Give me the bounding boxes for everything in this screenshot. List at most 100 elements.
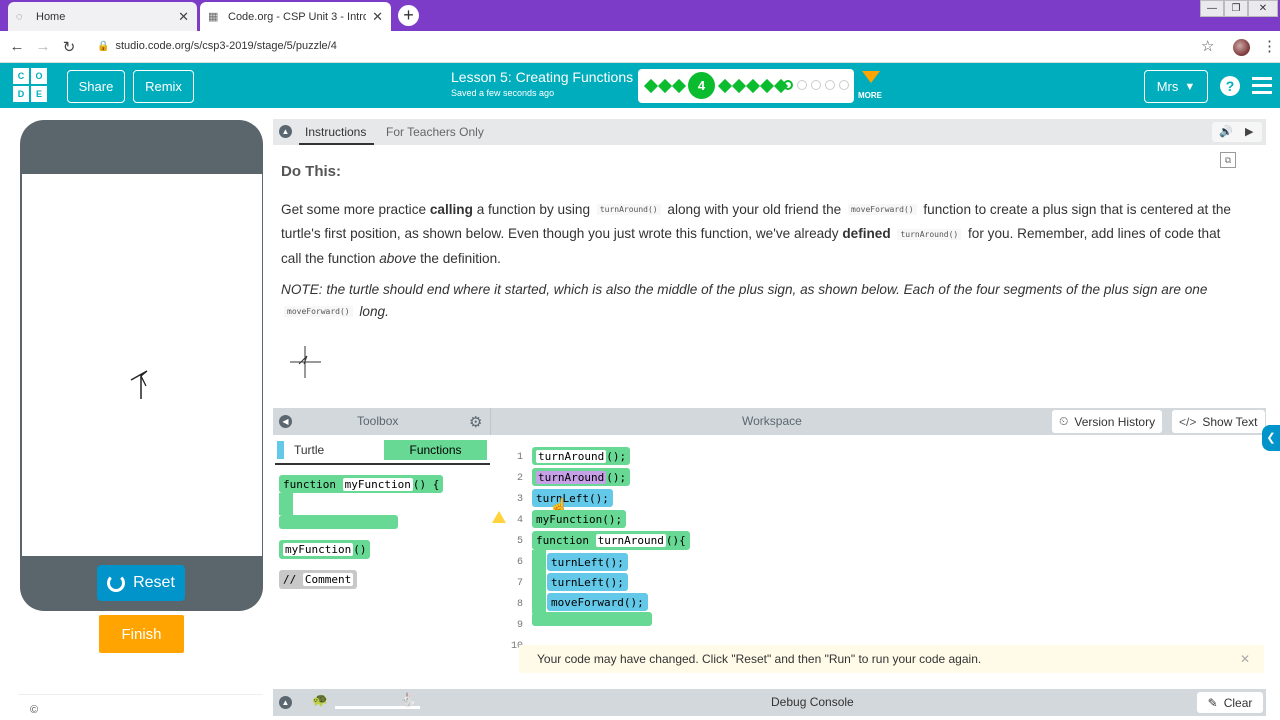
loading-icon: ◌: [16, 10, 23, 23]
level-dot-complete[interactable]: [745, 78, 761, 94]
gear-icon[interactable]: ⚙: [469, 413, 482, 431]
level-dot-complete[interactable]: [643, 78, 659, 94]
function-definition-block[interactable]: function myFunction() {: [279, 475, 444, 493]
level-dot-attempted[interactable]: [783, 80, 793, 90]
category-turtle[interactable]: Turtle: [277, 440, 382, 460]
collapse-debug-icon[interactable]: ▲: [279, 696, 292, 709]
user-menu-button[interactable]: Mrs ▼: [1144, 70, 1208, 103]
tab-for-teachers[interactable]: For Teachers Only: [386, 125, 484, 139]
browser-tab-home[interactable]: ◌ Home ✕: [8, 2, 197, 31]
level-dot-empty[interactable]: [797, 80, 807, 90]
show-text-label: Show Text: [1202, 414, 1258, 429]
comment-block[interactable]: // Comment: [279, 570, 358, 589]
active-tab-underline: [299, 143, 374, 145]
play-icon[interactable]: ▶: [1245, 125, 1253, 138]
block-keyword: function: [283, 477, 336, 491]
remix-button[interactable]: Remix: [133, 70, 194, 103]
code-line-3[interactable]: turnLeft ();: [532, 489, 613, 507]
function-block-footer: [532, 612, 652, 626]
tab-instructions[interactable]: Instructions: [305, 125, 366, 139]
hamburger-menu-icon[interactable]: [1252, 77, 1272, 94]
category-functions[interactable]: Functions: [384, 440, 487, 460]
code-line-5-function[interactable]: function turnAround(){: [532, 531, 690, 550]
codeorg-logo[interactable]: C O D E: [13, 68, 47, 102]
forward-icon[interactable]: →: [34, 38, 52, 55]
maximize-icon[interactable]: ❐: [1224, 0, 1248, 17]
code-line-8[interactable]: moveForward ();: [547, 593, 648, 611]
code-line-2[interactable]: turnAround ();: [532, 468, 631, 486]
text-bold: calling: [429, 202, 473, 217]
url-field[interactable]: 🔒 studio.code.org/s/csp3-2019/stage/5/puz…: [97, 40, 337, 52]
help-icon[interactable]: ?: [1220, 76, 1240, 96]
level-dot-empty[interactable]: [825, 80, 835, 90]
reset-button[interactable]: Reset: [97, 565, 185, 601]
current-level-bubble[interactable]: 4: [688, 72, 715, 99]
level-dot-complete[interactable]: [717, 78, 733, 94]
turtle-icon: [130, 370, 148, 399]
clear-button[interactable]: ✎ Clear: [1197, 692, 1263, 713]
collapse-toolbox-icon[interactable]: ◀: [279, 415, 292, 428]
close-message-icon[interactable]: ✕: [1240, 645, 1250, 673]
bookmark-star-icon[interactable]: ☆: [1201, 37, 1214, 55]
profile-avatar[interactable]: [1233, 39, 1250, 56]
window-close-icon[interactable]: ✕: [1248, 0, 1278, 17]
category-label: Turtle: [294, 443, 325, 457]
turtle-canvas: [22, 174, 262, 556]
function-body-spine: [532, 550, 546, 613]
level-dot-empty[interactable]: [811, 80, 821, 90]
new-tab-button[interactable]: +: [398, 5, 419, 26]
browser-tab-codeorg[interactable]: ▦ Code.org - CSP Unit 3 - Intro to ✕: [200, 2, 391, 31]
block-text: ();: [603, 575, 624, 589]
minimize-icon[interactable]: —: [1200, 0, 1224, 17]
warning-icon[interactable]: [492, 511, 506, 523]
copyright-icon[interactable]: ©: [30, 704, 38, 716]
line-number: 2: [516, 473, 523, 484]
show-text-button[interactable]: </> Show Text: [1172, 410, 1265, 433]
line-number: 5: [516, 536, 523, 547]
url-text: studio.code.org/s/csp3-2019/stage/5/puzz…: [115, 40, 337, 52]
level-dot-complete[interactable]: [759, 78, 775, 94]
function-call-block[interactable]: myFunction(): [279, 540, 371, 559]
line-number: 9: [516, 620, 523, 631]
code-line-1[interactable]: turnAround ();: [532, 447, 631, 465]
lesson-title: Lesson 5: Creating Functions: [451, 69, 634, 85]
turtle-slow-icon[interactable]: 🐢: [312, 692, 328, 708]
collapse-instructions-icon[interactable]: ▲: [279, 125, 292, 138]
close-tab-icon[interactable]: ✕: [178, 9, 189, 25]
block-text: ();: [603, 555, 624, 569]
level-dot-complete[interactable]: [731, 78, 747, 94]
block-text: turnLeft: [551, 575, 604, 589]
line-number-gutter: 1 2 3 4 5 6 7 8 9 10: [499, 447, 523, 657]
level-progress: 4: [638, 69, 854, 103]
reload-icon[interactable]: ↻: [60, 38, 78, 56]
close-tab-icon[interactable]: ✕: [372, 9, 383, 25]
workspace-title: Workspace: [742, 414, 802, 428]
debug-console-header: Debug Console ✎ Clear: [273, 689, 1266, 716]
instructions-body: Do This: Get some more practice calling …: [281, 160, 1241, 323]
inline-code: moveForward(): [848, 204, 917, 216]
logo-letter: D: [13, 86, 29, 102]
rabbit-fast-icon[interactable]: 🐇: [400, 692, 416, 708]
level-dot-empty[interactable]: [839, 80, 849, 90]
code-line-6[interactable]: turnLeft ();: [547, 553, 628, 571]
volume-icon[interactable]: 🔊: [1219, 125, 1233, 138]
code-line-4[interactable]: myFunction ();: [532, 510, 627, 528]
more-arrow-icon[interactable]: [862, 71, 880, 83]
level-dot-complete[interactable]: [671, 78, 687, 94]
category-label: Functions: [409, 443, 462, 457]
lock-icon: 🔒: [97, 41, 110, 52]
toolbox-title: Toolbox: [357, 414, 399, 428]
more-label[interactable]: MORE: [858, 91, 882, 100]
code-line-7[interactable]: turnLeft ();: [547, 573, 628, 591]
block-text: (): [353, 543, 367, 556]
version-history-label: Version History: [1074, 414, 1156, 429]
finish-button[interactable]: Finish: [99, 615, 184, 653]
browser-menu-icon[interactable]: ⋮: [1262, 37, 1277, 55]
back-icon[interactable]: ←: [8, 38, 26, 55]
expand-panel-icon[interactable]: ❮: [1262, 425, 1280, 451]
level-dot-complete[interactable]: [657, 78, 673, 94]
plus-sign-example-image: [290, 346, 321, 378]
inline-code: turnAround(): [596, 204, 661, 216]
version-history-button[interactable]: ⏲ Version History: [1052, 410, 1163, 433]
share-button[interactable]: Share: [67, 70, 125, 103]
